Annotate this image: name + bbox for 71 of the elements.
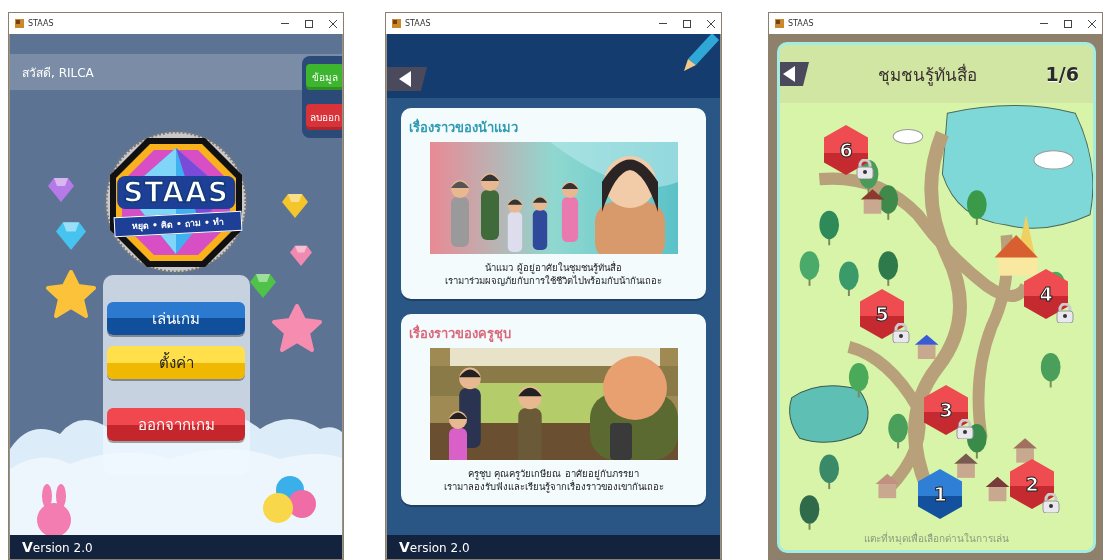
gem-icon (290, 244, 312, 266)
level-pin[interactable]: 1 (918, 469, 962, 519)
window-title: STAAS (405, 19, 432, 28)
progress-count: 1/6 (1045, 63, 1079, 85)
level-pin[interactable]: 6 (824, 125, 868, 175)
temple-icon (994, 214, 1038, 276)
house-icon (860, 189, 885, 214)
story-card[interactable]: เรื่องราวของครูชุบ ครูชุบ คุณครูวัยเกษียณ อาศัยอยู่กับภรรยา เรามาลองรับฟังและเรียนรู้จากเรื่องราวของเขากันเถอะ (401, 314, 706, 505)
window-title: STAAS (788, 19, 815, 28)
exit-button[interactable]: ออกจากเกม (107, 408, 245, 441)
cloud-icon (892, 128, 924, 145)
tree-icon (967, 190, 987, 225)
map-title: ชุมชนรู้ทันสื่อ (876, 62, 978, 88)
house-icon (875, 473, 900, 499)
minimize-icon[interactable] (1040, 22, 1048, 25)
info-button[interactable]: ข้อมูล (306, 64, 342, 90)
house-icon (985, 476, 1010, 502)
maximize-icon[interactable] (1064, 19, 1072, 28)
back-button[interactable] (387, 67, 427, 91)
hint-text: แตะที่หมุดเพื่อเลือกด่านในการเล่น (864, 531, 1009, 547)
back-button[interactable] (780, 62, 809, 86)
greeting-text: สวัสดี, RILCA (22, 64, 94, 82)
story-caption: น้าแมว ผู้อยู่อาศัยในชุมชนรู้ทันสื่อ เรามาร่วมผจญภัยกับการใช้ชีวิตไปพร้อมกับน้ากันเถอะ (445, 261, 662, 287)
app-icon (392, 19, 401, 28)
tree-icon (888, 413, 908, 449)
play-button[interactable]: เล่นเกม (107, 302, 245, 335)
level-pin[interactable]: 5 (860, 289, 904, 339)
version-text: Version 2.0 (22, 539, 93, 555)
version-text: Version 2.0 (399, 539, 470, 555)
star-icon (46, 270, 96, 318)
gem-icon (282, 192, 308, 218)
settings-button[interactable]: ตั้งค่า (107, 346, 245, 379)
tree-icon (819, 454, 840, 490)
house-icon (1013, 438, 1037, 463)
minimize-icon[interactable] (281, 22, 289, 25)
logo-title: STAAS (117, 176, 235, 209)
tree-icon (799, 251, 820, 286)
tree-icon (1040, 352, 1061, 388)
tree-icon (848, 363, 869, 398)
tree-icon (878, 251, 899, 286)
tree-icon (799, 495, 820, 530)
gem-icon (250, 272, 276, 298)
gem-icon (56, 220, 86, 250)
maximize-icon[interactable] (305, 19, 313, 28)
story-caption: ครูชุบ คุณครูวัยเกษียณ อาศัยอยู่กับภรรยา เรามาลองรับฟังและเรียนรู้จากเรื่องราวของเขากันเถอะ (443, 467, 664, 493)
tree-icon (839, 261, 859, 296)
lock-icon (1042, 493, 1060, 513)
window-title: STAAS (28, 19, 55, 28)
star-icon (272, 304, 322, 352)
gem-icon (48, 176, 74, 202)
cloud-icon (1033, 150, 1074, 170)
close-icon[interactable] (707, 19, 715, 28)
app-icon (775, 19, 784, 28)
pencil-icon (682, 34, 720, 73)
lock-icon (1056, 303, 1074, 323)
maximize-icon[interactable] (683, 19, 691, 28)
house-icon (954, 453, 978, 478)
close-icon[interactable] (1088, 19, 1096, 28)
story-title: เรื่องราวของน้าแมว (409, 117, 518, 137)
close-icon[interactable] (329, 19, 337, 28)
lock-icon (856, 159, 874, 179)
house-icon (914, 334, 939, 359)
story-card[interactable]: เรื่องราวของน้าแมว น้าแมว ผู้อยู่อาศัยในชุมชนรู้ทันสื่อ เรามาร่วมผจญภัยกับการใช้ชีวิตไปพร้อมกับน้ากันเถอะ (401, 108, 706, 299)
minimize-icon[interactable] (659, 22, 667, 25)
tree-icon (819, 210, 840, 246)
story-title: เรื่องราวของครูชุบ (409, 323, 511, 344)
lock-icon (956, 419, 974, 439)
logout-button[interactable]: ลบออก (306, 104, 342, 130)
lock-icon (892, 323, 910, 343)
app-icon (15, 19, 24, 28)
level-pin[interactable]: 2 (1010, 459, 1054, 509)
